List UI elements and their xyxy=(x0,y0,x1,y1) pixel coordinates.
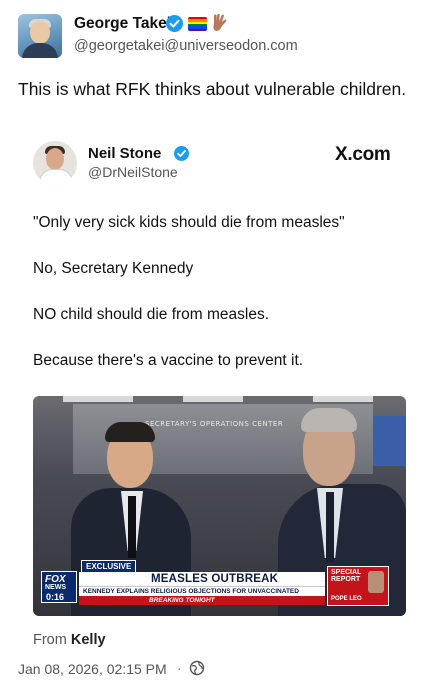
quoted-line: No, Secretary Kennedy xyxy=(33,260,194,277)
source-attribution: From Kelly xyxy=(33,632,106,648)
avatar[interactable] xyxy=(18,14,62,58)
quoted-author-name: Neil Stone xyxy=(88,145,162,162)
separator: · xyxy=(177,660,182,676)
quoted-line: Because there's a vaccine to prevent it. xyxy=(33,352,304,369)
room-sign: SECRETARY'S OPERATIONS CENTER xyxy=(145,420,284,428)
post-text: This is what RFK thinks about vulnerable… xyxy=(18,79,407,99)
news-video-still: SECRETARY'S OPERATIONS CENTER EXCLUSIVE … xyxy=(33,396,406,616)
site-logo: X.com xyxy=(335,144,391,165)
rainbow-flag-icon xyxy=(188,17,207,31)
globe-icon[interactable] xyxy=(189,660,205,676)
verified-badge-icon xyxy=(166,15,183,32)
video-timestamp: 0:16 xyxy=(46,592,65,602)
quoted-author-handle: @DrNeilStone xyxy=(88,164,178,180)
quoted-line: "Only very sick kids should die from mea… xyxy=(33,214,345,231)
chyron-headline: MEASLES OUTBREAK xyxy=(79,572,325,586)
post-timestamp[interactable]: Jan 08, 2026, 02:15 PM xyxy=(18,661,167,677)
quoted-avatar xyxy=(33,141,77,185)
vulcan-salute-icon xyxy=(211,13,229,33)
author-name[interactable]: George Takei xyxy=(74,15,171,33)
from-label: From xyxy=(33,632,67,648)
source-name[interactable]: Kelly xyxy=(71,632,106,648)
breaking-ticker: BREAKING TONIGHT xyxy=(79,596,325,605)
quoted-line: NO child should die from measles. xyxy=(33,306,270,323)
quoted-verified-badge-icon xyxy=(174,146,189,161)
special-report-box: SPECIAL REPORT POPE LEO xyxy=(327,566,389,606)
author-handle[interactable]: @georgetakei@universeodon.com xyxy=(74,38,298,54)
